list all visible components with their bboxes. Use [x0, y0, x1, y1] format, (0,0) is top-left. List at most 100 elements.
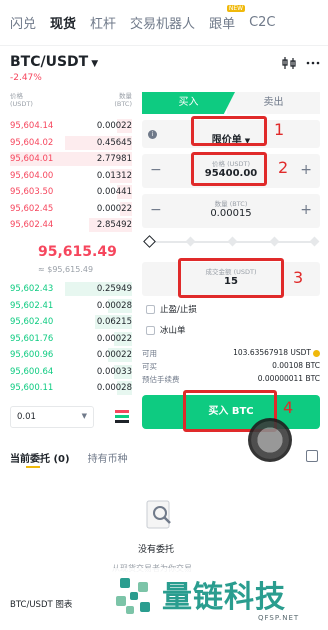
- annotation-box-3: [178, 258, 284, 298]
- top-nav: 闪兑 现货 杠杆 交易机器人 跟单 NEW C2C: [0, 0, 328, 46]
- amount-slider[interactable]: [143, 235, 320, 248]
- empty-title: 没有委托: [138, 545, 175, 555]
- fee-label: 预估手续费: [142, 375, 180, 384]
- depth-select[interactable]: 0.01 ▼: [10, 406, 94, 428]
- bid-price: 95,600.64: [10, 366, 54, 377]
- bid-qty: 0.00022: [96, 333, 132, 344]
- last-price-usd: ≈ $95,615.49: [38, 265, 94, 274]
- annotation-box-2: [191, 152, 267, 186]
- pair-selector[interactable]: BTC/USDT ▼: [10, 54, 98, 70]
- bid-qty: 0.00022: [96, 350, 132, 360]
- orderbook-layout-icon[interactable]: [115, 410, 129, 424]
- ask-price: 95,603.50: [10, 187, 54, 197]
- ask-price: 95,604.01: [10, 154, 54, 164]
- slider-handle[interactable]: [143, 235, 156, 248]
- candlestick-chart-icon[interactable]: [282, 56, 296, 70]
- empty-document-icon: [146, 500, 171, 529]
- iceberg-label: 冰山单: [160, 326, 186, 336]
- sell-tab[interactable]: 卖出: [227, 92, 320, 114]
- slider-tick[interactable]: [269, 236, 280, 247]
- bid-qty: 0.06215: [96, 317, 132, 327]
- ask-price: 95,604.14: [10, 121, 54, 131]
- bid-qty: 0.25949: [96, 284, 132, 294]
- tab-holdings[interactable]: 持有币种: [88, 450, 128, 465]
- tab-open-orders[interactable]: 当前委托 (0): [10, 450, 70, 468]
- watermark-name: 量链科技: [162, 580, 286, 615]
- price-col-label: 价格: [10, 92, 23, 100]
- bid-price: 95,601.76: [10, 333, 54, 344]
- price-increase-button[interactable]: +: [300, 162, 312, 178]
- orders-tabs: 当前委托 (0) 持有币种: [10, 450, 128, 468]
- bid-price: 95,600.96: [10, 350, 54, 360]
- ask-row[interactable]: 95,604.01 2.77981: [10, 151, 132, 167]
- bid-price: 95,602.41: [10, 300, 54, 311]
- ask-qty: 2.77981: [96, 154, 132, 164]
- ask-row[interactable]: 95,602.44 2.85492: [10, 217, 132, 233]
- ask-qty: 0.00441: [96, 187, 132, 197]
- pair-symbol: BTC/USDT: [10, 54, 89, 70]
- ask-row[interactable]: 95,603.50 0.00441: [10, 184, 132, 200]
- tab-copy-trading[interactable]: 跟单 NEW: [209, 5, 246, 32]
- order-history-icon[interactable]: [306, 450, 318, 462]
- tab-copy-trading-label: 跟单: [209, 17, 236, 32]
- bid-row[interactable]: 95,600.64 0.00033: [10, 364, 132, 380]
- add-funds-icon[interactable]: [313, 349, 320, 357]
- bid-row[interactable]: 95,602.40 0.06215: [10, 314, 132, 330]
- bid-price: 95,600.11: [10, 383, 54, 393]
- qty-col-unit: (BTC): [114, 100, 132, 108]
- slider-tick[interactable]: [185, 236, 196, 247]
- tp-sl-label: 止盈/止损: [160, 305, 197, 315]
- bid-price: 95,602.40: [10, 317, 54, 327]
- slider-tick[interactable]: [227, 236, 238, 247]
- price-change: -2.47%: [10, 73, 42, 83]
- tab-convert[interactable]: 闪兑: [10, 13, 36, 32]
- tab-c2c[interactable]: C2C: [249, 15, 275, 30]
- iceberg-checkbox[interactable]: 冰山单: [146, 324, 186, 336]
- slider-tick[interactable]: [309, 236, 320, 247]
- ask-row[interactable]: 95,604.14 0.00022: [10, 118, 132, 134]
- bid-row[interactable]: 95,602.43 0.25949: [10, 281, 132, 297]
- floating-assistive-button[interactable]: [248, 418, 292, 462]
- price-col-unit: (USDT): [10, 100, 33, 108]
- watermark-logo-icon: [116, 578, 150, 614]
- ask-price: 95,602.45: [10, 203, 54, 214]
- available-label: 可用: [142, 349, 157, 358]
- can-buy-label: 可买: [142, 362, 157, 371]
- fee-row: 预估手续费 0.00000011 BTC: [142, 374, 320, 385]
- tab-spot[interactable]: 现货: [50, 13, 76, 32]
- annotation-number-1: 1: [274, 120, 285, 139]
- annotation-number-2: 2: [278, 158, 289, 177]
- tab-margin[interactable]: 杠杆: [90, 13, 116, 32]
- chevron-down-icon: ▼: [81, 412, 87, 420]
- bid-row[interactable]: 95,601.76 0.00022: [10, 331, 132, 347]
- ask-qty: 0.45645: [96, 137, 132, 148]
- ask-qty: 0.00022: [96, 203, 132, 214]
- bid-qty: 0.00028: [96, 300, 132, 311]
- buy-sell-tabs: 买入 卖出: [142, 92, 320, 114]
- ask-row[interactable]: 95,604.02 0.45645: [10, 135, 132, 151]
- depth-value: 0.01: [17, 412, 36, 422]
- amount-field-label: 数量 (BTC): [214, 200, 248, 208]
- more-icon[interactable]: [306, 56, 320, 70]
- ask-qty: 0.00022: [96, 121, 132, 131]
- ask-price: 95,602.44: [10, 220, 54, 230]
- checkbox-box: [146, 304, 155, 314]
- amount-value: 0.00015: [210, 208, 252, 219]
- tab-trading-bots[interactable]: 交易机器人: [130, 13, 195, 32]
- new-badge: NEW: [226, 5, 246, 12]
- ask-row[interactable]: 95,602.45 0.00022: [10, 201, 132, 217]
- amount-field[interactable]: − 数量 (BTC) 0.00015 +: [142, 194, 320, 228]
- tp-sl-checkbox[interactable]: 止盈/止损: [146, 303, 197, 315]
- bid-row[interactable]: 95,600.96 0.00022: [10, 347, 132, 363]
- ask-row[interactable]: 95,604.00 0.01312: [10, 168, 132, 184]
- amount-increase-button[interactable]: +: [300, 202, 312, 218]
- can-buy-value: 0.00108 BTC: [272, 361, 320, 370]
- buy-tab[interactable]: 买入: [142, 92, 235, 114]
- last-price[interactable]: 95,615.49: [38, 244, 117, 260]
- available-value-wrap: 103.63567918 USDT: [233, 348, 320, 357]
- pair-chart-link[interactable]: BTC/USDT 图表: [10, 598, 72, 610]
- bid-row[interactable]: 95,602.41 0.00028: [10, 298, 132, 314]
- bid-row[interactable]: 95,600.11 0.00028: [10, 380, 132, 396]
- fee-value: 0.00000011 BTC: [257, 374, 320, 383]
- ask-qty: 0.01312: [96, 170, 132, 181]
